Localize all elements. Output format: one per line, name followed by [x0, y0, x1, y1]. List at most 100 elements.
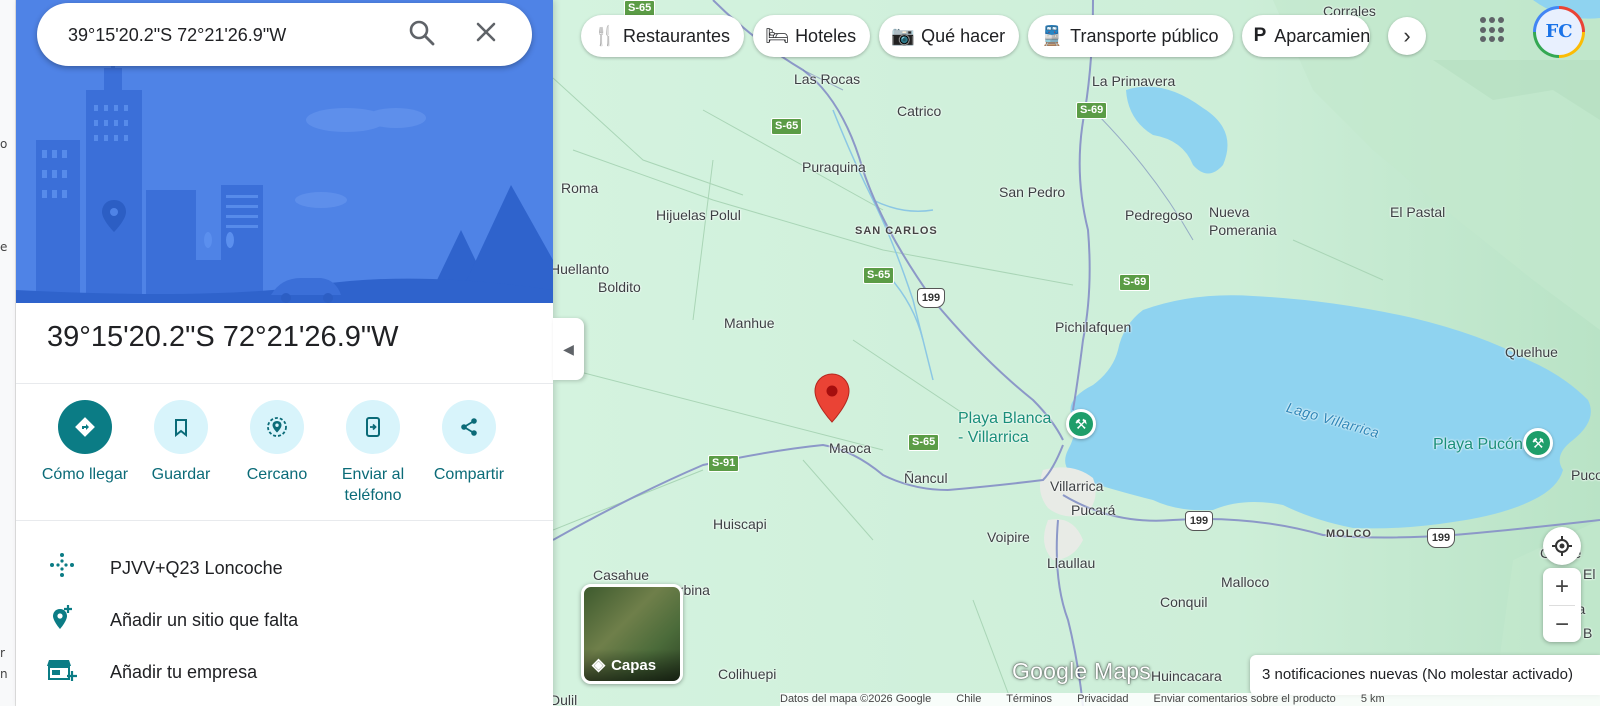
- search-input[interactable]: [68, 20, 398, 50]
- send-to-phone-icon: [346, 400, 400, 454]
- avatar-initials: FC: [1536, 9, 1582, 55]
- add-business-icon: [46, 656, 78, 688]
- map-label: MOLCO: [1326, 528, 1372, 540]
- map-label: Dulil: [553, 692, 578, 706]
- chip-label: Qué hacer: [921, 25, 1006, 46]
- road-badge: S-65: [771, 118, 803, 135]
- notification-toast[interactable]: 3 notificaciones nuevas (No molestar act…: [1250, 655, 1600, 695]
- map-label: El Pastal: [1390, 204, 1446, 220]
- plus-code-icon: [46, 552, 78, 584]
- map-label: Maoca: [829, 440, 872, 456]
- map-label: Pedregoso: [1125, 207, 1193, 223]
- map-label: Manhue: [724, 315, 775, 331]
- parking-icon: P: [1253, 25, 1267, 46]
- my-location-button[interactable]: [1543, 527, 1581, 565]
- layers-button[interactable]: ◈ Capas: [581, 584, 683, 684]
- share-button[interactable]: Compartir: [421, 400, 517, 506]
- add-business-text: Añadir tu empresa: [110, 661, 258, 682]
- map-label: Huiscapi: [713, 516, 767, 532]
- road-shield: 199: [917, 288, 945, 308]
- zoom-control: + −: [1543, 568, 1581, 642]
- map-label: Hijuelas Polul: [656, 207, 741, 223]
- restaurant-icon: 🍴: [593, 26, 617, 47]
- map-label: Huincacara: [1151, 668, 1222, 684]
- chip-hotels[interactable]: 🛏 Hoteles: [753, 15, 871, 57]
- google-maps-logo: Google Maps: [1012, 658, 1151, 684]
- chip-label: Aparcamiento: [1274, 25, 1370, 46]
- road-badge: S-69: [1076, 102, 1108, 119]
- search-icon[interactable]: [406, 19, 438, 51]
- apps-grid-icon[interactable]: [1480, 17, 1506, 43]
- divider: [16, 383, 553, 384]
- plus-code-row[interactable]: PJVV+Q23 Loncoche: [46, 548, 526, 588]
- divider: [16, 520, 553, 521]
- map-label: Catrico: [897, 103, 942, 119]
- map-label: Quelhue: [1505, 344, 1558, 360]
- my-location-icon: [1552, 536, 1572, 556]
- action-label: Compartir: [433, 466, 505, 483]
- map-label: Boldito: [598, 279, 641, 295]
- footer-privacy-link[interactable]: Privacidad: [1077, 693, 1128, 705]
- share-icon: [442, 400, 496, 454]
- map-label: Ñancul: [904, 470, 948, 486]
- close-icon[interactable]: [470, 19, 502, 51]
- add-business-row[interactable]: Añadir tu empresa: [46, 652, 526, 692]
- poi-label[interactable]: Playa Blanca - Villarrica: [958, 409, 1051, 447]
- chips-next-button[interactable]: ›: [1388, 17, 1426, 55]
- action-label: Guardar: [151, 466, 211, 483]
- chip-things-to-do[interactable]: 📷 Qué hacer: [879, 15, 1020, 57]
- place-title: 39°15'20.2"S 72°21'26.9"W: [47, 321, 399, 353]
- send-to-phone-button[interactable]: Enviar al teléfono: [325, 400, 421, 506]
- plus-code-text: PJVV+Q23 Loncoche: [110, 557, 283, 578]
- poi-label[interactable]: Playa Pucón: [1433, 435, 1523, 454]
- map-footer: Datos del mapa ©2026 Google Chile Términ…: [780, 693, 1600, 706]
- chip-transit[interactable]: 🚆 Transporte público: [1028, 15, 1233, 57]
- chip-parking[interactable]: P Aparcamiento: [1241, 15, 1370, 57]
- directions-button[interactable]: Cómo llegar: [37, 400, 133, 506]
- zoom-in-button[interactable]: +: [1543, 568, 1581, 605]
- map-data-credit: Datos del mapa ©2026 Google: [780, 693, 932, 705]
- map-label: Las Rocas: [794, 71, 861, 87]
- map-label: Casahue: [593, 567, 650, 583]
- search-box: [37, 3, 532, 66]
- layers-label-bar: ◈ Capas: [584, 649, 680, 681]
- layers-label: Capas: [611, 656, 657, 674]
- transit-icon: 🚆: [1040, 26, 1064, 47]
- map-label: Huellanto: [553, 261, 610, 277]
- map-scale[interactable]: 5 km: [1361, 693, 1385, 705]
- edge-text: n: [0, 667, 8, 681]
- collapse-panel-button[interactable]: ◀: [553, 318, 584, 380]
- road-badge: S-65: [863, 267, 895, 284]
- camera-icon: 📷: [891, 26, 915, 47]
- save-button[interactable]: Guardar: [133, 400, 229, 506]
- footer-country-link[interactable]: Chile: [956, 693, 981, 705]
- map-label: Conquil: [1160, 594, 1208, 610]
- road-shield: 199: [1427, 528, 1455, 548]
- directions-icon: [58, 400, 112, 454]
- map-label: Pucon: [1571, 467, 1600, 483]
- footer-terms-link[interactable]: Términos: [1006, 693, 1052, 705]
- chip-restaurants[interactable]: 🍴 Restaurantes: [581, 15, 745, 57]
- add-missing-place-row[interactable]: Añadir un sitio que falta: [46, 600, 526, 640]
- hotel-icon: 🛏: [765, 26, 790, 47]
- road-badge: S-69: [1119, 274, 1151, 291]
- account-avatar[interactable]: FC: [1533, 6, 1585, 58]
- add-place-icon: [46, 603, 78, 637]
- map-label: Puraquina: [802, 159, 866, 175]
- map-canvas[interactable]: Corrales Las Rocas La Primavera Catrico …: [553, 0, 1600, 706]
- background-window-edge: o e r n: [0, 0, 16, 706]
- beach-poi-icon[interactable]: ⚒: [1523, 428, 1553, 458]
- map-label: Roma: [561, 180, 599, 196]
- location-pin-icon[interactable]: [814, 373, 850, 423]
- nearby-button[interactable]: Cercano: [229, 400, 325, 506]
- beach-poi-icon[interactable]: ⚒: [1066, 409, 1096, 439]
- layers-icon: ◈: [592, 655, 606, 674]
- action-label: Cercano: [246, 466, 308, 483]
- edge-text: e: [0, 240, 8, 254]
- zoom-out-button[interactable]: −: [1543, 606, 1581, 643]
- chip-label: Restaurantes: [623, 25, 731, 46]
- map-label: El: [1583, 566, 1596, 582]
- road-shield: 199: [1185, 511, 1213, 531]
- add-missing-place-text: Añadir un sitio que falta: [110, 609, 299, 630]
- footer-feedback-link[interactable]: Enviar comentarios sobre el producto: [1154, 693, 1336, 705]
